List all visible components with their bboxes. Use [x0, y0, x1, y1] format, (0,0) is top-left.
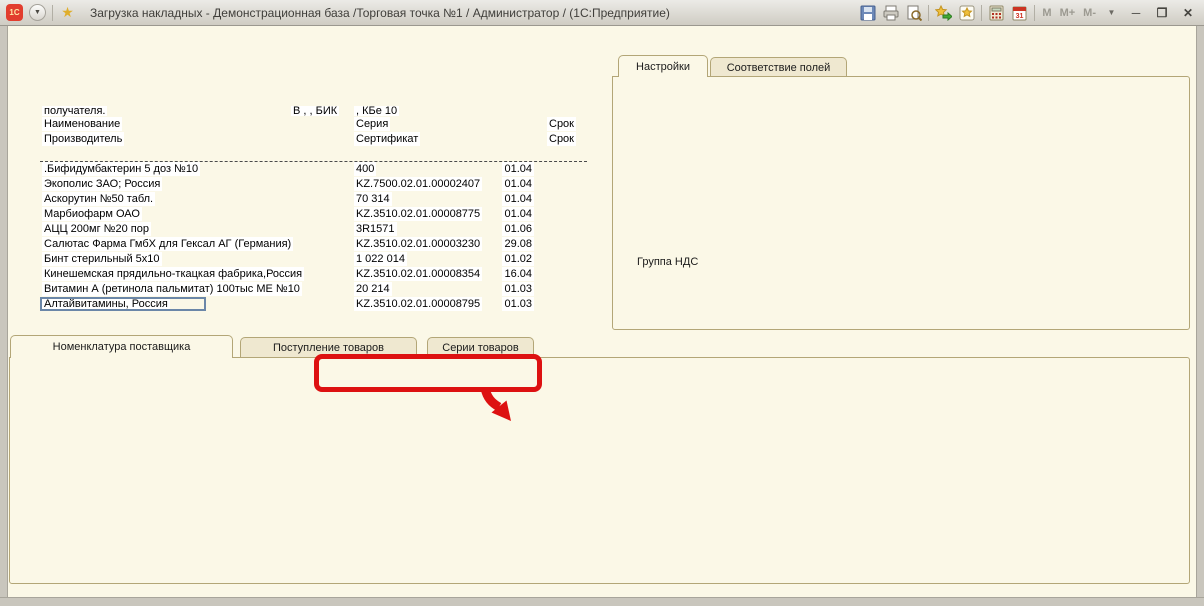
- add-favorite-icon[interactable]: [935, 4, 952, 21]
- settings-panel: [612, 76, 1190, 330]
- sheet-cell-name[interactable]: Бинт стерильный 5x10: [42, 252, 162, 266]
- supplier-nomenclature-panel: [9, 357, 1190, 584]
- save-icon[interactable]: [859, 4, 876, 21]
- sheet-cell-date[interactable]: 29.08: [502, 237, 534, 251]
- titlebar-separator: [52, 5, 53, 21]
- sheet-cell-date[interactable]: 01.06: [502, 222, 534, 236]
- page-break-line: [40, 161, 587, 162]
- sheet-cell-serial[interactable]: 20 214: [354, 282, 392, 296]
- sheet-cell-serial[interactable]: KZ.3510.02.01.00008775: [354, 207, 482, 221]
- print-preview-icon[interactable]: [905, 4, 922, 21]
- minimize-button[interactable]: ─: [1126, 6, 1146, 20]
- sheet-cell-date[interactable]: 01.04: [502, 192, 534, 206]
- sheet-cell-name[interactable]: Экополис ЗАО; Россия: [42, 177, 162, 191]
- tab-goods-receipt[interactable]: Поступление товаров: [240, 337, 417, 358]
- sheet-cell-serial[interactable]: KZ.3510.02.01.00003230: [354, 237, 482, 251]
- sheet-cell-name[interactable]: Производитель: [42, 132, 124, 146]
- maximize-button[interactable]: ❒: [1152, 6, 1172, 20]
- sheet-cell-name[interactable]: .Бифидумбактерин 5 доз №10: [42, 162, 200, 176]
- sheet-cell-name[interactable]: Марбиофарм ОАО: [42, 207, 142, 221]
- titlebar-separator: [928, 5, 929, 21]
- memory-m-minus-button[interactable]: M-: [1082, 7, 1097, 19]
- sheet-cell-date[interactable]: 01.03: [502, 282, 534, 296]
- favorites-star-icon[interactable]: [59, 4, 76, 21]
- memory-m-plus-button[interactable]: M+: [1059, 7, 1077, 19]
- sheet-cell-name[interactable]: Витамин А (ретинола пальмитат) 100тыс МЕ…: [42, 282, 302, 296]
- sheet-cell-date[interactable]: 01.04: [502, 177, 534, 191]
- calendar-icon[interactable]: 31: [1011, 4, 1028, 21]
- sheet-cell-serial[interactable]: KZ.3510.02.01.00008354: [354, 267, 482, 281]
- window-border-right: [1196, 26, 1204, 606]
- svg-text:31: 31: [1016, 13, 1024, 20]
- app-window: 1С Загрузка накладных - Демонстрационная…: [0, 0, 1204, 606]
- favorites-list-icon[interactable]: [958, 4, 975, 21]
- memory-m-button[interactable]: M: [1041, 7, 1052, 19]
- sheet-cell-name[interactable]: Кинешемская прядильно-ткацкая фабрика,Ро…: [42, 267, 304, 281]
- titlebar-separator: [981, 5, 982, 21]
- sheet-cell-name[interactable]: Наименование: [42, 117, 122, 131]
- sheet-cell-name[interactable]: Аскорутин №50 табл.: [42, 192, 155, 206]
- sheet-cell-name[interactable]: АЦЦ 200мг №20 пор: [42, 222, 151, 236]
- calculator-icon[interactable]: [988, 4, 1005, 21]
- print-icon[interactable]: [882, 4, 899, 21]
- sheet-cell-serial[interactable]: Сертификат: [354, 132, 420, 146]
- sheet-cell-serial[interactable]: , КБе 10: [354, 106, 399, 116]
- tab-field-mapping[interactable]: Соответствие полей: [710, 57, 847, 77]
- sheet-cell-date[interactable]: 01.03: [502, 297, 534, 311]
- window-border-bottom: [0, 597, 1204, 606]
- tab-settings[interactable]: Настройки: [618, 55, 708, 77]
- sheet-cell-serial[interactable]: 70 314: [354, 192, 392, 206]
- sheet-cell-serial[interactable]: 1 022 014: [354, 252, 407, 266]
- sheet-cell-date[interactable]: 01.04: [502, 162, 534, 176]
- sheet-cell-date[interactable]: 16.04: [502, 267, 534, 281]
- 1c-logo-icon: 1С: [6, 4, 23, 21]
- sheet-cell-serial[interactable]: KZ.7500.02.01.00002407: [354, 177, 482, 191]
- main-menu-button[interactable]: [29, 4, 46, 21]
- tab-goods-series[interactable]: Серии товаров: [427, 337, 534, 358]
- sheet-cell-serial[interactable]: KZ.3510.02.01.00008795: [354, 297, 482, 311]
- window-title: Загрузка накладных - Демонстрационная ба…: [90, 6, 853, 20]
- toolbar-overflow-chevron-icon[interactable]: [1103, 4, 1120, 21]
- titlebar-separator: [1034, 5, 1035, 21]
- sheet-cell-serial[interactable]: 3R1571: [354, 222, 397, 236]
- titlebar: 1С Загрузка накладных - Демонстрационная…: [0, 0, 1204, 26]
- sheet-cell-date[interactable]: 01.04: [502, 207, 534, 221]
- close-button[interactable]: ✕: [1178, 6, 1198, 20]
- sheet-cell-serial[interactable]: Серия: [354, 117, 390, 131]
- window-border-left: [0, 26, 8, 606]
- sheet-cell-date[interactable]: 01.02: [502, 252, 534, 266]
- sheet-cell-name[interactable]: Салютас Фарма ГмбХ для Гексал АГ (Герман…: [42, 237, 293, 251]
- sheet-cell[interactable]: Срок: [547, 117, 576, 131]
- sheet-cell-name[interactable]: получателя.: [42, 106, 107, 116]
- selected-cell-border: [40, 297, 206, 311]
- sheet-cell[interactable]: Срок: [547, 132, 576, 146]
- vat-group-title: Группа НДС: [632, 256, 703, 268]
- sheet-cell[interactable]: В , , БИК: [291, 106, 339, 116]
- tab-supplier-nomenclature[interactable]: Номенклатура поставщика: [10, 335, 233, 358]
- sheet-cell-serial[interactable]: 400: [354, 162, 376, 176]
